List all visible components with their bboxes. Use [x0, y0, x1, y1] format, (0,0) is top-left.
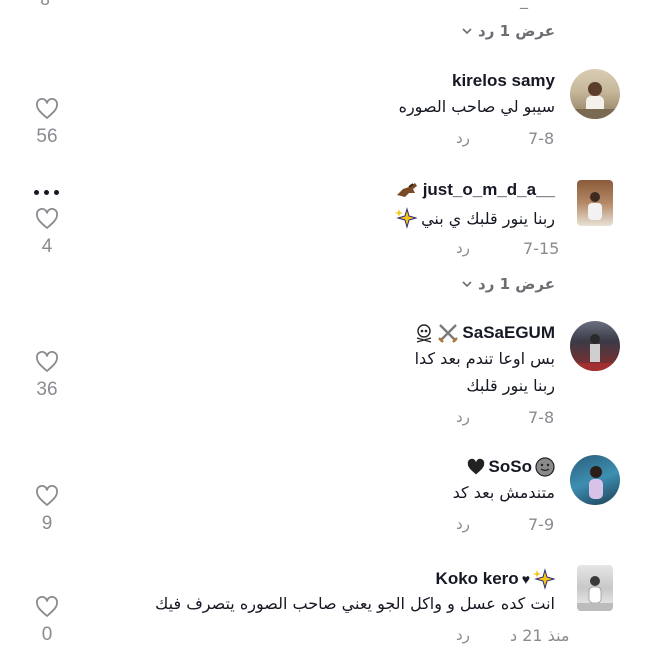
heart-outline-icon — [36, 485, 58, 506]
heart-outline-icon — [36, 98, 58, 119]
comment-date: 7-8 — [528, 408, 555, 427]
comment-text-content: ربنا ينور قلبك ي بني — [421, 208, 555, 228]
comment-date: 7-15 — [523, 239, 560, 258]
view-replies-button[interactable]: عرض 1 رد — [462, 275, 555, 293]
sparkles-icon — [533, 568, 555, 590]
reply-button[interactable]: رد — [456, 626, 470, 644]
reply-button[interactable]: رد — [456, 129, 470, 147]
like-count: 4 — [41, 236, 53, 257]
like-button[interactable]: 4 — [27, 208, 67, 258]
chevron-down-icon — [462, 281, 472, 288]
reply-button[interactable]: رد — [456, 515, 470, 533]
like-count: 0 — [41, 624, 53, 645]
comment-username-text: Koko kero — [435, 569, 519, 588]
black-heart-icon — [467, 458, 484, 475]
comment-text-line-1: بس اوعا تندم بعد كدا — [414, 349, 555, 368]
chevron-down-icon — [462, 28, 472, 35]
comment-username[interactable]: kirelos samy — [452, 71, 555, 91]
comment-date: 7-8 — [528, 129, 555, 148]
partial-reply-label: _ — [520, 0, 528, 9]
heart-outline-icon — [36, 596, 58, 617]
avatar[interactable] — [570, 69, 620, 119]
smiley-face-icon — [535, 457, 555, 477]
like-button[interactable]: 56 — [27, 98, 67, 148]
avatar[interactable] — [570, 455, 620, 505]
comment-username-text: just_o_m_d_a__ — [422, 180, 555, 199]
like-count: 9 — [41, 513, 53, 534]
comment-date: منذ 21 د — [510, 626, 570, 645]
comment-text-line-2: ربنا ينور قلبك — [466, 376, 555, 395]
view-replies-button[interactable]: عرض 1 رد — [462, 22, 555, 40]
avatar[interactable] — [577, 180, 613, 226]
reply-button[interactable]: رد — [456, 408, 470, 426]
heart-outline-icon — [36, 208, 58, 229]
comment-username[interactable]: SoSo — [466, 457, 555, 477]
horse-emoji-icon — [396, 183, 417, 197]
heart-outline-icon — [36, 351, 58, 372]
comment-username-text: SaSaEGUM — [462, 323, 555, 342]
view-replies-label: عرض 1 رد — [478, 275, 555, 293]
heart-suit-icon: ♥ — [521, 571, 530, 587]
like-button[interactable]: 0 — [27, 596, 67, 646]
comment-username[interactable]: just_o_m_d_a__ — [395, 180, 555, 200]
crossed-swords-icon — [438, 324, 459, 343]
comment-date: 7-9 — [528, 515, 555, 534]
sparkles-icon — [395, 207, 418, 229]
comment-username[interactable]: SaSaEGUM — [414, 323, 555, 343]
avatar[interactable] — [577, 565, 613, 611]
comment-text: ربنا ينور قلبك ي بني — [395, 207, 555, 229]
reply-button[interactable]: رد — [456, 239, 470, 257]
comment-text: سيبو لي صاحب الصوره — [398, 97, 555, 116]
more-dots-icon[interactable] — [34, 190, 59, 195]
comment-text: انت كده عسل و واكل الجو يعني صاحب الصوره… — [155, 594, 555, 613]
like-button[interactable]: 9 — [27, 485, 67, 535]
like-count: 56 — [36, 126, 58, 147]
partial-like-count: 8 — [40, 0, 50, 9]
skull-crossbones-icon — [417, 324, 432, 343]
comment-text: متندمش بعد كد — [452, 483, 555, 502]
like-count: 36 — [36, 379, 58, 400]
like-button[interactable]: 36 — [27, 351, 67, 401]
comment-username-text: SoSo — [488, 457, 532, 476]
avatar[interactable] — [570, 321, 620, 371]
comment-username[interactable]: Koko kero ♥ — [436, 568, 555, 590]
view-replies-label: عرض 1 رد — [478, 22, 555, 40]
